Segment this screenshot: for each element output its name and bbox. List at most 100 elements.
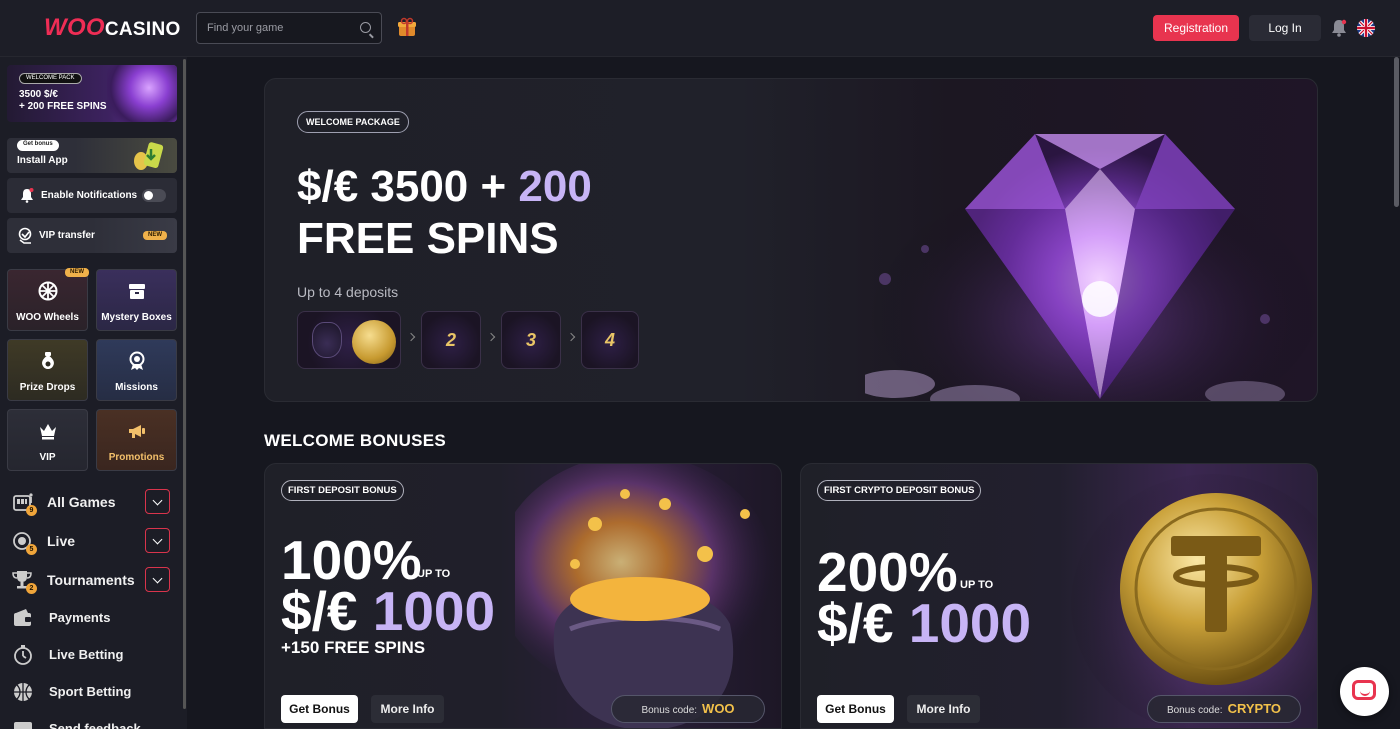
count-badge: 5: [26, 544, 37, 555]
first-deposit-bonus-card[interactable]: FIRST DEPOSIT BONUS 100% UP TO $/€ 1000 …: [264, 463, 782, 729]
bonus-type-badge: FIRST DEPOSIT BONUS: [281, 480, 404, 501]
welcome-package-banner[interactable]: WELCOME PACKAGE $/€ 3500 + 200 FREE SPIN…: [264, 78, 1318, 402]
count-badge: 9: [26, 505, 37, 516]
site-logo[interactable]: WOOCASINO: [44, 14, 181, 42]
get-bonus-button[interactable]: Get Bonus: [281, 695, 358, 723]
tile-missions[interactable]: Missions: [96, 339, 177, 401]
arrow-right-icon: [406, 332, 416, 342]
expand-chevron-icon[interactable]: [145, 567, 170, 592]
tile-label: Missions: [115, 382, 158, 393]
tile-label: Mystery Boxes: [101, 312, 172, 323]
expand-chevron-icon[interactable]: [145, 528, 170, 553]
bell-icon[interactable]: [1331, 19, 1347, 37]
bonus-amount: $/€ 1000: [281, 583, 495, 639]
tile-label: Promotions: [108, 452, 165, 463]
nav-live[interactable]: 5 Live: [12, 527, 177, 557]
new-badge: NEW: [65, 268, 89, 277]
notifications-label: Enable Notifications: [41, 190, 138, 201]
crown-icon: [40, 424, 56, 440]
bonus-amount: $/€ 1000: [817, 595, 1031, 651]
bonus-type-badge: FIRST CRYPTO DEPOSIT BONUS: [817, 480, 982, 501]
bonus-code-label: Bonus code:: [1166, 705, 1223, 716]
notifications-toggle[interactable]: [142, 189, 166, 202]
drop-icon: [42, 352, 54, 369]
first-crypto-deposit-bonus-card[interactable]: FIRST CRYPTO DEPOSIT BONUS 200% UP TO $/…: [800, 463, 1318, 729]
nav-label: Payments: [49, 610, 111, 625]
deposit-1-image[interactable]: [297, 311, 401, 369]
install-app-label: Install App: [17, 155, 68, 166]
sidebar: WELCOME PACK 3500 $/€ + 200 FREE SPINS G…: [0, 57, 187, 729]
nav-tournaments[interactable]: 2 Tournaments: [12, 566, 177, 596]
nav-sport-betting[interactable]: Sport Betting: [12, 678, 177, 708]
nav-all-games[interactable]: 9 All Games: [12, 488, 177, 518]
notifications-card: Enable Notifications: [7, 178, 177, 213]
hero-title-line1: $/€ 3500 + 200: [297, 161, 592, 213]
welcome-pack-badge: WELCOME PACK: [19, 73, 82, 84]
search-box: [196, 12, 382, 44]
deposit-4-image[interactable]: 4: [581, 311, 639, 369]
deposit-number: 3: [525, 330, 536, 350]
login-button[interactable]: Log In: [1249, 15, 1321, 41]
nav-label: All Games: [47, 494, 116, 510]
gold-bag-image: [515, 464, 775, 728]
nav-send-feedback[interactable]: Send feedback: [12, 715, 177, 729]
page-scrollbar[interactable]: [1394, 57, 1399, 207]
logo-woo: WOO: [44, 14, 105, 41]
section-title: WELCOME BONUSES: [264, 431, 447, 450]
tile-prize-drops[interactable]: Prize Drops: [7, 339, 88, 401]
welcome-pack-card[interactable]: WELCOME PACK 3500 $/€ + 200 FREE SPINS: [7, 65, 177, 122]
bonus-code[interactable]: Bonus code: CRYPTO: [1147, 695, 1301, 723]
medal-icon: [129, 351, 145, 370]
bonus-code-value: CRYPTO: [1227, 701, 1282, 716]
box-icon: [129, 284, 145, 299]
sidebar-scrollbar[interactable]: [183, 59, 186, 709]
search-icon[interactable]: [360, 22, 371, 33]
bonus-upto: UP TO: [417, 568, 451, 580]
live-chat-button[interactable]: [1340, 667, 1389, 716]
welcome-pack-amount: 3500 $/€ + 200 FREE SPINS: [19, 89, 107, 113]
registration-button[interactable]: Registration: [1153, 15, 1239, 41]
nav-label: Live: [47, 533, 76, 549]
bonus-amount-prefix: $/€: [281, 580, 373, 642]
tile-label: WOO Wheels: [16, 312, 79, 323]
stopwatch-icon: [14, 645, 32, 665]
bonus-amount-prefix: $/€: [817, 592, 909, 654]
hero-title-part1: $/€ 3500 +: [297, 162, 519, 211]
get-bonus-button[interactable]: Get Bonus: [817, 695, 894, 723]
ball-icon: [14, 683, 32, 701]
feedback-icon: [14, 722, 32, 729]
gift-icon[interactable]: [397, 17, 417, 37]
tile-mystery-boxes[interactable]: Mystery Boxes: [96, 269, 177, 331]
nav-label: Tournaments: [47, 572, 135, 588]
bonus-upto: UP TO: [960, 579, 994, 591]
hero-title-line2: FREE SPINS: [297, 214, 559, 263]
get-bonus-badge: Get bonus: [17, 140, 59, 151]
bonus-free-spins: +150 FREE SPINS: [281, 638, 426, 657]
tile-label: VIP: [39, 452, 56, 463]
hero-title-highlight: 200: [518, 162, 592, 211]
nav-payments[interactable]: Payments: [12, 604, 177, 634]
bonus-code[interactable]: Bonus code: WOO: [611, 695, 765, 723]
more-info-button[interactable]: More Info: [907, 695, 980, 723]
more-info-button[interactable]: More Info: [371, 695, 444, 723]
nav-label: Send feedback: [49, 721, 141, 729]
welcome-pack-line2: + 200 FREE SPINS: [19, 101, 107, 112]
bonus-amount-value: 1000: [372, 580, 496, 642]
welcome-pack-line1: 3500 $/€: [19, 89, 58, 100]
tile-vip[interactable]: VIP: [7, 409, 88, 471]
nav-live-betting[interactable]: Live Betting: [12, 641, 177, 671]
vip-transfer-card[interactable]: VIP transfer NEW: [7, 218, 177, 253]
deposit-3-image[interactable]: 3: [501, 311, 561, 369]
vip-transfer-label: VIP transfer: [39, 230, 95, 241]
deposit-2-image[interactable]: 2: [421, 311, 481, 369]
uk-flag-icon[interactable]: [1357, 19, 1375, 37]
tile-woo-wheels[interactable]: NEW WOO Wheels: [7, 268, 89, 331]
hero-subtitle: Up to 4 deposits: [297, 284, 399, 300]
diamond-image: [865, 134, 1317, 401]
expand-chevron-icon[interactable]: [145, 489, 170, 514]
search-input[interactable]: [197, 13, 347, 43]
install-app-card[interactable]: Get bonus Install App: [7, 138, 177, 173]
download-icon: [134, 142, 164, 170]
tile-promotions[interactable]: Promotions: [96, 409, 177, 471]
arrow-right-icon: [486, 332, 496, 342]
